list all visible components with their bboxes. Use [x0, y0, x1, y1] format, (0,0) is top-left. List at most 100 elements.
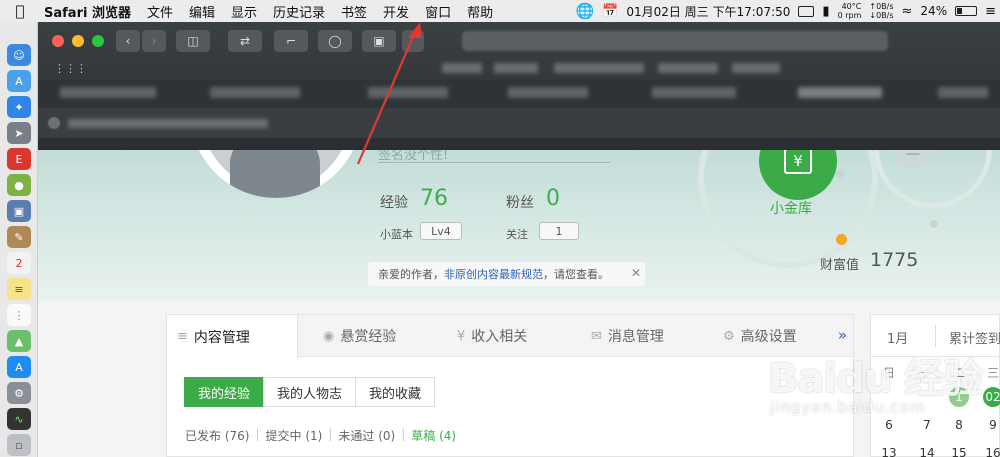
- notice-close-icon[interactable]: ✕: [631, 266, 641, 280]
- notes-brown-icon[interactable]: ✎: [7, 226, 31, 248]
- address-bar[interactable]: [462, 31, 888, 51]
- net-up-value: ↑0B/s: [869, 2, 894, 11]
- activity-monitor-icon[interactable]: ∿: [7, 408, 31, 430]
- browser-tab[interactable]: [508, 87, 588, 98]
- reader-icon[interactable]: ▣: [362, 30, 396, 52]
- finder-icon[interactable]: ☺: [7, 44, 31, 66]
- maps-icon[interactable]: ▲: [7, 330, 31, 352]
- notice-link[interactable]: 非原创内容最新规范: [444, 266, 543, 282]
- tab-income[interactable]: ¥ 收入相关: [457, 315, 527, 357]
- browser-tab[interactable]: [938, 87, 988, 98]
- extension-button[interactable]: [402, 30, 424, 52]
- menu-develop[interactable]: 开发: [375, 2, 417, 21]
- more-tabs-icon[interactable]: »: [838, 326, 847, 344]
- fans-value[interactable]: 0: [546, 186, 560, 211]
- browser-tab[interactable]: [368, 87, 448, 98]
- safari-icon[interactable]: ✦: [7, 96, 31, 118]
- bookmark-lamp-icon[interactable]: ⌐: [274, 30, 308, 52]
- minimize-window-button[interactable]: [72, 35, 84, 47]
- sidebar-toggle-icon[interactable]: ◫: [176, 30, 210, 52]
- filter-submitting[interactable]: 提交中 (1): [266, 427, 323, 444]
- menu-safari[interactable]: Safari 浏览器: [40, 2, 139, 21]
- app-red-icon[interactable]: E: [7, 148, 31, 170]
- level-badge[interactable]: Lv4: [420, 222, 462, 240]
- apple-icon[interactable]: : [0, 2, 40, 20]
- browser-tab[interactable]: [652, 87, 736, 98]
- ring-dot-gray: [836, 170, 844, 178]
- tab-reward-exp[interactable]: ◉ 悬赏经验: [323, 315, 396, 357]
- back-button[interactable]: ‹: [116, 30, 140, 52]
- app-store-blue-icon[interactable]: A: [7, 356, 31, 378]
- calendar-day[interactable]: 15: [949, 443, 969, 457]
- menu-window[interactable]: 窗口: [417, 2, 459, 21]
- calendar-day[interactable]: 8: [949, 415, 969, 435]
- tab-messages[interactable]: ✉ 消息管理: [591, 315, 664, 357]
- battery-icon[interactable]: [955, 6, 978, 16]
- tab-content-management[interactable]: ≡ 内容管理: [167, 315, 298, 358]
- menu-view[interactable]: 显示: [223, 2, 265, 21]
- app-store-icon[interactable]: A: [7, 70, 31, 92]
- browser-tab[interactable]: [60, 87, 156, 98]
- filter-rejected[interactable]: 未通过 (0): [338, 427, 395, 444]
- subtab-my-favorites[interactable]: 我的收藏: [355, 377, 436, 407]
- preview-icon[interactable]: ▣: [7, 200, 31, 222]
- divider: |: [328, 427, 333, 441]
- network-stat[interactable]: ↑0B/s ↓0B/s: [869, 2, 893, 20]
- follow-count[interactable]: 1: [539, 222, 579, 240]
- filter-published[interactable]: 已发布 (76): [185, 427, 249, 444]
- subtab-my-experience[interactable]: 我的经验: [184, 377, 265, 407]
- system-preferences-icon[interactable]: ⚙: [7, 382, 31, 404]
- display-icon[interactable]: [798, 5, 815, 17]
- menu-file[interactable]: 文件: [139, 2, 181, 21]
- bookmark-item[interactable]: [494, 63, 538, 73]
- wifi-icon[interactable]: ≈: [902, 4, 913, 19]
- zoom-window-button[interactable]: [92, 35, 104, 47]
- launchpad-icon[interactable]: ➤: [7, 122, 31, 144]
- android-icon[interactable]: ●: [7, 174, 31, 196]
- menu-more-icon[interactable]: ≡: [985, 4, 996, 19]
- trash-icon[interactable]: ▫: [7, 434, 31, 456]
- bookmark-item[interactable]: [442, 63, 482, 73]
- exp-value[interactable]: 76: [420, 186, 448, 211]
- browser-tab-active[interactable]: [798, 87, 882, 98]
- temperature-stat[interactable]: 40°C 0 rpm: [838, 2, 862, 20]
- bookmark-item[interactable]: [554, 63, 644, 73]
- fans-label: 粉丝: [506, 195, 534, 211]
- clock-text[interactable]: 01月02日 周三 下午17:07:50: [626, 3, 790, 20]
- vault-label[interactable]: 小金库: [770, 198, 812, 218]
- grid-icon[interactable]: ⋮⋮⋮: [54, 62, 87, 75]
- status-filters: 已发布 (76) | 提交中 (1) | 未通过 (0) | 草稿 (4): [185, 427, 456, 444]
- calendar-day[interactable]: 7: [917, 415, 937, 435]
- menu-history[interactable]: 历史记录: [265, 2, 333, 21]
- calendar-day[interactable]: 14: [917, 443, 937, 457]
- tab-label: 内容管理: [193, 329, 250, 346]
- divider: [935, 325, 936, 347]
- shield-icon[interactable]: ◯: [318, 30, 352, 52]
- close-window-button[interactable]: [52, 35, 64, 47]
- calendar-day[interactable]: 13: [879, 443, 899, 457]
- menu-bookmarks[interactable]: 书签: [333, 2, 375, 21]
- notice-bar: 亲爱的作者， 非原创内容最新规范 ，请您查看。 ✕: [368, 262, 645, 286]
- menu-help[interactable]: 帮助: [459, 2, 501, 21]
- sync-icon[interactable]: ⇄: [228, 30, 262, 52]
- notes-icon[interactable]: ≡: [7, 278, 31, 300]
- wealth-value[interactable]: 1775: [870, 249, 918, 271]
- browser-tab[interactable]: [210, 87, 300, 98]
- bookmark-item[interactable]: [658, 63, 718, 73]
- battery-percent[interactable]: 24%: [920, 4, 947, 18]
- bookmark-item[interactable]: [732, 63, 780, 73]
- list-icon: ≡: [177, 329, 188, 344]
- calendar-dock-icon[interactable]: 2: [7, 252, 31, 274]
- globe-icon[interactable]: 🌐: [575, 2, 594, 20]
- subtab-my-profiles[interactable]: 我的人物志: [263, 377, 357, 407]
- calendar-day[interactable]: 9: [983, 415, 1000, 435]
- reminders-icon[interactable]: ⋮: [7, 304, 31, 326]
- calendar-day[interactable]: 6: [879, 415, 899, 435]
- bookmark-icon[interactable]: ▮: [822, 4, 829, 19]
- menu-edit[interactable]: 编辑: [181, 2, 223, 21]
- calendar-day[interactable]: 16: [983, 443, 1000, 457]
- forward-button[interactable]: ›: [142, 30, 166, 52]
- filter-drafts[interactable]: 草稿 (4): [411, 427, 456, 444]
- content-panel: ≡ 内容管理 ◉ 悬赏经验 ¥ 收入相关 ✉ 消息管理 ⚙ 高级设置 » 我的经…: [166, 314, 854, 457]
- calendar-day-today[interactable]: 02: [983, 387, 1000, 407]
